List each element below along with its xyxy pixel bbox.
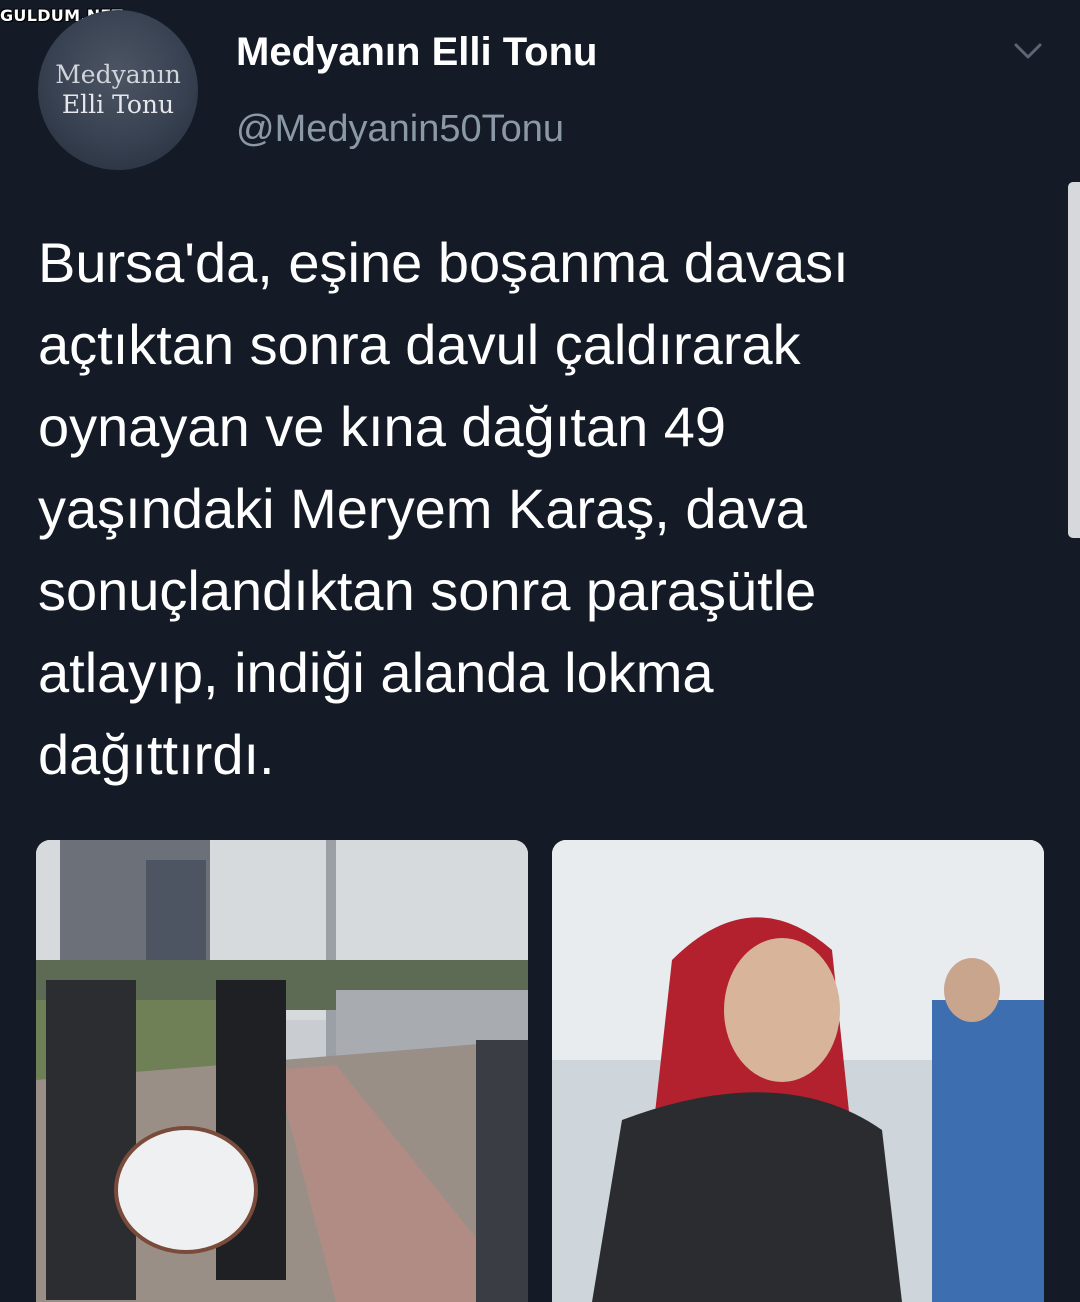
user-handle[interactable]: @Medyanin50Tonu	[236, 108, 564, 151]
chevron-down-icon[interactable]	[1010, 38, 1046, 64]
avatar[interactable]: Medyanın Elli Tonu	[38, 10, 198, 170]
avatar-text-line1: Medyanın	[55, 60, 181, 89]
tweet-photo-dancing[interactable]	[36, 840, 528, 1302]
avatar-text-line2: Elli Tonu	[61, 90, 175, 119]
tweet-text: Bursa'da, eşine boşanma davası açtıktan …	[38, 231, 849, 786]
tweet-photo-portrait[interactable]	[552, 840, 1044, 1302]
display-name[interactable]: Medyanın Elli Tonu	[236, 30, 597, 75]
scrollbar[interactable]	[1068, 182, 1080, 538]
